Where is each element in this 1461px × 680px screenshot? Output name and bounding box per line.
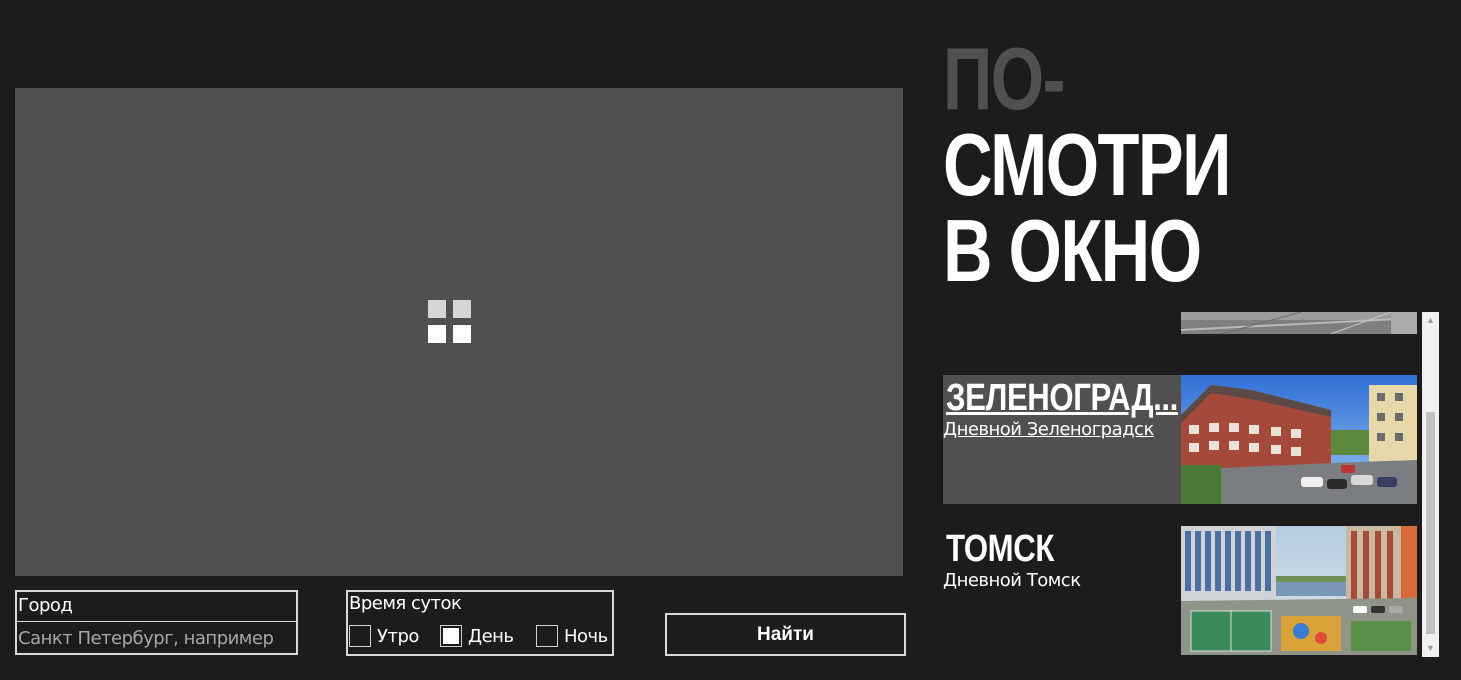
checkbox-night[interactable]: [536, 625, 558, 647]
scroll-down-arrow-icon[interactable]: ▼: [1422, 640, 1439, 657]
checkbox-morning[interactable]: [349, 625, 371, 647]
window-viewer[interactable]: [15, 88, 903, 576]
option-morning[interactable]: Утро: [349, 624, 419, 648]
result-card-title[interactable]: ТОМСК: [946, 528, 1054, 571]
city-input[interactable]: [17, 623, 296, 653]
page-title: ПО- СМОТРИ В ОКНО: [943, 29, 1333, 300]
city-label: Город: [17, 592, 296, 622]
scrollbar-thumb[interactable]: [1426, 412, 1435, 634]
result-card-tomsk[interactable]: ТОМСК Дневной Томск: [943, 526, 1417, 655]
time-of-day-label: Время суток: [349, 593, 462, 614]
window-logo-icon: [428, 300, 471, 343]
scroll-up-arrow-icon[interactable]: ▲: [1422, 312, 1439, 329]
checkbox-day[interactable]: [440, 625, 462, 647]
result-card-title[interactable]: ЗЕЛЕНОГРАД...: [946, 377, 1178, 420]
results-scrollbar[interactable]: ▲ ▼: [1422, 312, 1439, 657]
option-day-label: День: [468, 625, 514, 647]
results-list[interactable]: ЗЕЛЕНОГРАД... Дневной Зеленоградск ТОМСК…: [943, 312, 1439, 657]
title-line-2: СМОТРИ: [943, 115, 1231, 214]
option-day[interactable]: День: [440, 624, 514, 648]
tomsk-photo: [1181, 526, 1417, 655]
zelenogradsk-photo: [1181, 375, 1417, 504]
result-card-zelenogradsk[interactable]: ЗЕЛЕНОГРАД... Дневной Зеленоградск: [943, 375, 1417, 504]
find-button[interactable]: Найти: [665, 613, 906, 656]
city-field-box: Город: [15, 590, 298, 655]
result-card-subtitle[interactable]: Дневной Томск: [943, 570, 1081, 591]
option-night-label: Ночь: [564, 625, 608, 647]
result-card-subtitle[interactable]: Дневной Зеленоградск: [943, 419, 1154, 440]
previous-card-photo[interactable]: [1181, 312, 1417, 334]
option-night[interactable]: Ночь: [536, 624, 608, 648]
option-morning-label: Утро: [377, 625, 419, 647]
time-of-day-box: Время суток Утро День Ночь: [346, 590, 614, 656]
title-line-1: ПО-: [943, 29, 1065, 128]
title-line-3: В ОКНО: [943, 201, 1202, 300]
